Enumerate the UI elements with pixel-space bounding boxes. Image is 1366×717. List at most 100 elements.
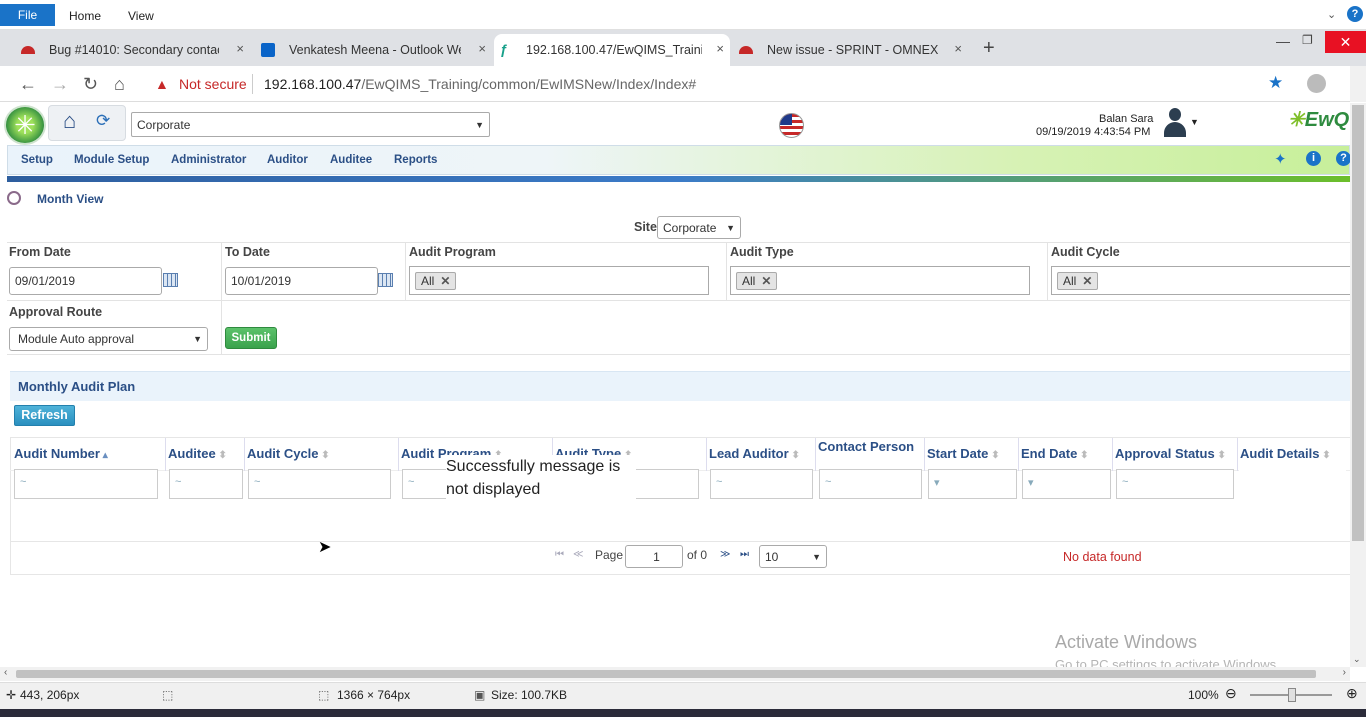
us-flag-icon[interactable] [779, 113, 804, 138]
scroll-right-icon[interactable]: › [1343, 667, 1346, 678]
sort-icon[interactable]: ⬍ [216, 450, 226, 461]
caret-down-icon[interactable]: ▼ [1190, 117, 1199, 127]
col-end-date[interactable]: End Date ⬍ [1021, 446, 1089, 461]
site-select[interactable]: Corporate ▼ [131, 112, 490, 137]
site-filter-select[interactable]: Corporate ▼ [657, 216, 741, 239]
from-date-input[interactable]: 09/01/2019 [9, 267, 162, 295]
horizontal-scrollbar[interactable]: ‹ › [0, 667, 1350, 681]
submit-button[interactable]: Submit [225, 327, 277, 349]
refresh-icon[interactable]: ⟳ [96, 111, 110, 131]
col-auditee[interactable]: Auditee ⬍ [168, 446, 227, 461]
page-number-input[interactable]: 1 [625, 545, 683, 568]
col-start-date[interactable]: Start Date ⬍ [927, 446, 1000, 461]
forward-icon[interactable]: → [51, 74, 69, 95]
new-tab-button[interactable]: + [983, 37, 995, 60]
sort-icon[interactable]: ⬍ [789, 450, 799, 461]
filter-approval-status[interactable]: ~ [1116, 469, 1234, 499]
filter-chip[interactable]: All ✕ [1057, 271, 1099, 290]
close-icon[interactable]: × [236, 41, 244, 56]
zoom-in-icon[interactable]: ⊕ [1346, 685, 1358, 702]
help-icon[interactable]: ? [1347, 6, 1363, 22]
browser-tab-outlook[interactable]: Venkatesh Meena - Outlook Web × [255, 34, 492, 66]
menu-auditee[interactable]: Auditee [330, 154, 372, 166]
menu-setup[interactable]: Setup [21, 154, 53, 166]
info-icon[interactable]: i [1306, 151, 1321, 166]
sort-icon[interactable]: ⬍ [1319, 450, 1330, 461]
browser-tab-ewqims[interactable]: ƒ 192.168.100.47/EwQIMS_Training × [494, 34, 730, 66]
restore-icon[interactable]: ❐ [1302, 33, 1313, 47]
bookmark-star-icon[interactable]: ★ [1268, 73, 1283, 93]
close-icon[interactable]: × [716, 41, 724, 56]
page-size-select[interactable]: 10 ▼ [759, 545, 827, 568]
sort-icon[interactable]: ⬍ [988, 450, 999, 461]
sort-icon[interactable]: ▴ [100, 450, 108, 461]
zoom-out-icon[interactable]: ⊖ [1225, 685, 1237, 702]
filter-end-date[interactable]: ▾ [1022, 469, 1111, 499]
refresh-button[interactable]: Refresh [14, 405, 75, 426]
not-secure-label[interactable]: Not secure [179, 76, 247, 92]
prev-page-icon[interactable]: ≪ [573, 549, 583, 560]
filter-contact-person[interactable]: ~ [819, 469, 922, 499]
filter-chip[interactable]: All ✕ [736, 271, 778, 290]
audit-type-multiselect[interactable]: All ✕ [730, 266, 1030, 295]
minimize-icon[interactable]: — [1276, 33, 1290, 49]
scrollbar-thumb[interactable] [16, 670, 1316, 678]
view-menu[interactable]: View [128, 9, 154, 23]
remove-icon[interactable]: ✕ [440, 274, 450, 288]
filter-chip[interactable]: All ✕ [415, 271, 457, 290]
col-lead-auditor[interactable]: Lead Auditor ⬍ [709, 446, 800, 461]
calendar-icon[interactable] [378, 273, 393, 287]
col-contact-person[interactable]: Contact Person [818, 439, 914, 454]
user-avatar-icon[interactable] [1163, 108, 1187, 138]
back-icon[interactable]: ← [19, 74, 37, 95]
url-field[interactable]: 192.168.100.47/EwQIMS_Training/common/Ew… [264, 76, 696, 92]
filter-auditee[interactable]: ~ [169, 469, 243, 499]
col-audit-cycle[interactable]: Audit Cycle ⬍ [247, 446, 330, 461]
help-icon[interactable]: ? [1336, 151, 1351, 166]
sort-icon[interactable]: ⬍ [1215, 450, 1225, 461]
close-icon[interactable]: × [478, 41, 486, 56]
scrollbar-thumb[interactable] [1352, 105, 1364, 541]
col-approval-status[interactable]: Approval Status ⬍ [1115, 446, 1226, 461]
app-logo-icon[interactable]: ✳ [4, 105, 46, 145]
calendar-icon[interactable] [163, 273, 178, 287]
filter-audit-cycle[interactable]: ~ [248, 469, 391, 499]
home-icon[interactable]: ⌂ [114, 74, 125, 95]
audit-cycle-multiselect[interactable]: All ✕ [1051, 266, 1350, 295]
pin-icon[interactable]: ✦ [1274, 150, 1287, 168]
approval-route-select[interactable]: Module Auto approval ▼ [9, 327, 208, 351]
browser-tab-bug[interactable]: Bug #14010: Secondary contact p × [15, 34, 250, 66]
menu-administrator[interactable]: Administrator [171, 154, 246, 166]
file-menu-button[interactable]: File [0, 4, 55, 26]
to-date-input[interactable]: 10/01/2019 [225, 267, 378, 295]
next-page-icon[interactable]: ≫ [720, 549, 730, 560]
zoom-slider-thumb[interactable] [1288, 688, 1296, 702]
last-page-icon[interactable]: ⏭ [740, 549, 749, 560]
sort-icon[interactable]: ⬍ [1077, 450, 1088, 461]
vertical-scrollbar[interactable]: ⌄ [1350, 103, 1366, 667]
filter-audit-number[interactable]: ~ [14, 469, 158, 499]
col-audit-number[interactable]: Audit Number ▴ [14, 446, 108, 461]
close-window-icon[interactable]: ✕ [1325, 31, 1366, 53]
first-page-icon[interactable]: ⏮ [555, 549, 564, 560]
profile-avatar-icon[interactable] [1307, 74, 1326, 93]
filter-lead-auditor[interactable]: ~ [710, 469, 813, 499]
breadcrumb[interactable]: Month View [37, 192, 103, 206]
chevron-down-icon[interactable]: ⌄ [1327, 8, 1336, 21]
menu-reports[interactable]: Reports [394, 154, 437, 166]
home-icon[interactable]: ⌂ [63, 108, 76, 134]
audit-program-multiselect[interactable]: All ✕ [409, 266, 709, 295]
menu-auditor[interactable]: Auditor [267, 154, 308, 166]
close-icon[interactable]: × [954, 41, 962, 56]
menu-module-setup[interactable]: Module Setup [74, 154, 149, 166]
browser-tab-new-issue[interactable]: New issue - SPRINT - OMNEX ISS × [733, 34, 968, 66]
remove-icon[interactable]: ✕ [1082, 274, 1092, 288]
home-menu[interactable]: Home [69, 9, 101, 23]
reload-icon[interactable]: ↻ [83, 74, 98, 95]
filter-start-date[interactable]: ▾ [928, 469, 1017, 499]
col-audit-details[interactable]: Audit Details ⬍ [1240, 446, 1331, 461]
scroll-down-icon[interactable]: ⌄ [1353, 654, 1361, 665]
scroll-left-icon[interactable]: ‹ [4, 667, 7, 678]
remove-icon[interactable]: ✕ [761, 274, 771, 288]
sort-icon[interactable]: ⬍ [319, 450, 329, 461]
